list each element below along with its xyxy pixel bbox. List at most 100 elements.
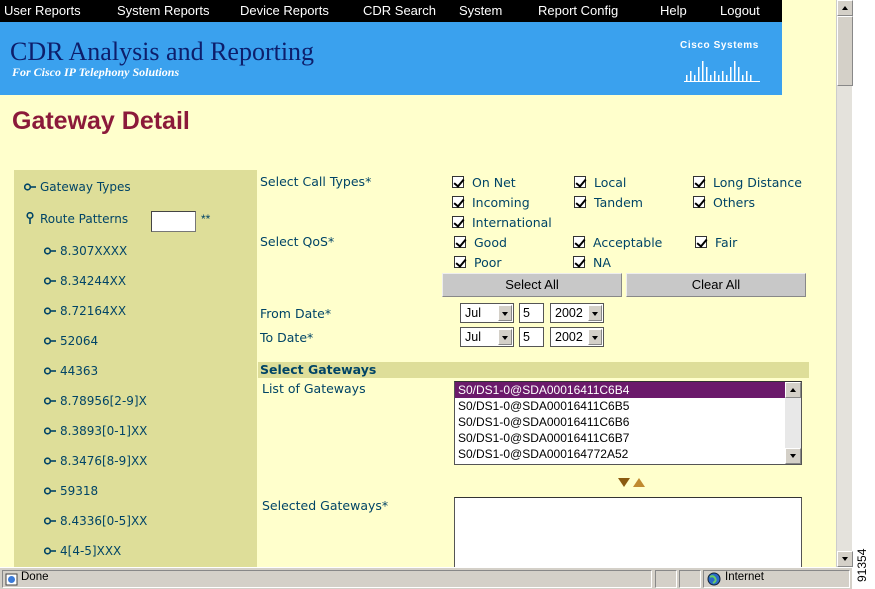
status-zone-text: Internet — [725, 571, 764, 583]
status-segment — [679, 570, 701, 588]
checkbox-na[interactable]: NA — [573, 255, 611, 270]
nav-pattern-item[interactable]: 8.3476[8-9]XX — [44, 454, 147, 468]
checkbox-checked-icon — [573, 236, 585, 248]
key-icon — [44, 427, 56, 435]
selected-gateways-label: Selected Gateways* — [262, 498, 389, 513]
nav-pattern-label: 59318 — [60, 484, 99, 498]
nav-pattern-item[interactable]: 52064 — [44, 334, 98, 348]
scroll-up-icon[interactable] — [785, 382, 801, 398]
nav-pattern-label: 8.3476[8-9]XX — [60, 454, 148, 468]
nav-pattern-item[interactable]: 44363 — [44, 364, 98, 378]
nav-route-patterns[interactable]: Route Patterns — [24, 212, 128, 226]
nav-pattern-item[interactable]: 4[4-5]XXX — [44, 544, 121, 558]
checkbox-good[interactable]: Good — [454, 235, 507, 250]
from-year-value: 2002 — [555, 306, 583, 320]
cisco-logo-wordmark: Cisco Systems — [680, 40, 759, 51]
route-patterns-input[interactable] — [151, 211, 196, 232]
menu-report-config[interactable]: Report Config — [538, 3, 618, 18]
checkbox-international[interactable]: International — [452, 215, 552, 230]
nav-pattern-item[interactable]: 8.307XXXX — [44, 244, 127, 258]
cisco-bridge-icon — [684, 61, 760, 82]
key-icon — [44, 367, 56, 375]
menu-device-reports[interactable]: Device Reports — [240, 3, 329, 18]
checkbox-poor[interactable]: Poor — [454, 255, 502, 270]
nav-pattern-item[interactable]: 8.3893[0-1]XX — [44, 424, 147, 438]
gateway-option[interactable]: S0/DS1-0@SDA000164772A52 — [455, 446, 786, 462]
scroll-down-icon[interactable] — [837, 551, 853, 567]
checkbox-long-distance[interactable]: Long Distance — [693, 175, 802, 190]
checkbox-checked-icon — [574, 176, 586, 188]
key-icon — [44, 307, 56, 315]
menu-cdr-search[interactable]: CDR Search — [363, 3, 436, 18]
menu-user-reports[interactable]: User Reports — [4, 3, 81, 18]
gateway-option[interactable]: S0/DS1-0@SDA00016411C6B5 — [455, 398, 786, 414]
app-banner: CDR Analysis and Reporting For Cisco IP … — [0, 22, 782, 95]
nav-pattern-label: 8.3893[0-1]XX — [60, 424, 148, 438]
nav-gateway-types-label: Gateway Types — [40, 180, 131, 194]
status-segment — [655, 570, 677, 588]
left-nav-panel: Gateway Types Route Patterns ** 8.307XXX… — [14, 170, 257, 567]
checkbox-checked-icon — [693, 176, 705, 188]
nav-pattern-label: 4[4-5]XXX — [60, 544, 122, 558]
move-up-icon[interactable] — [633, 478, 645, 487]
to-day-input[interactable]: 5 — [519, 327, 544, 347]
scroll-up-icon[interactable] — [837, 0, 853, 16]
scrollbar-thumb[interactable] — [837, 16, 853, 86]
gateway-option[interactable]: S0/DS1-0@SDA00016411C6B6 — [455, 414, 786, 430]
checkbox-checked-icon — [452, 216, 464, 228]
gateways-listbox[interactable]: S0/DS1-0@SDA00016411C6B4 S0/DS1-0@SDA000… — [454, 381, 802, 465]
checkbox-checked-icon — [573, 256, 585, 268]
checkbox-label: Fair — [715, 235, 738, 250]
checkbox-checked-icon — [452, 176, 464, 188]
menu-system-reports[interactable]: System Reports — [117, 3, 209, 18]
top-menu-bar: User Reports System Reports Device Repor… — [0, 0, 782, 22]
key-icon — [44, 247, 56, 255]
move-down-icon[interactable] — [618, 478, 630, 487]
checkbox-tandem[interactable]: Tandem — [574, 195, 643, 210]
checkbox-others[interactable]: Others — [693, 195, 755, 210]
gateway-option[interactable]: S0/DS1-0@SDA00016411C6B4 — [455, 382, 786, 398]
from-day-input[interactable]: 5 — [519, 303, 544, 323]
checkbox-acceptable[interactable]: Acceptable — [573, 235, 662, 250]
key-icon — [44, 517, 56, 525]
nav-pattern-item[interactable]: 8.72164XX — [44, 304, 126, 318]
to-year-select[interactable]: 2002 — [550, 327, 604, 347]
page-scrollbar[interactable] — [836, 0, 853, 567]
checkbox-local[interactable]: Local — [574, 175, 626, 190]
figure-number: 91354 — [853, 540, 875, 589]
nav-pattern-item[interactable]: 8.34244XX — [44, 274, 126, 288]
to-month-select[interactable]: Jul — [460, 327, 514, 347]
menu-logout[interactable]: Logout — [720, 3, 760, 18]
menu-system[interactable]: System — [459, 3, 502, 18]
checkbox-label: Poor — [474, 255, 502, 270]
checkbox-on-net[interactable]: On Net — [452, 175, 516, 190]
select-all-button[interactable]: Select All — [442, 273, 622, 297]
checkbox-incoming[interactable]: Incoming — [452, 195, 530, 210]
gateway-option[interactable]: S0/DS1-0@SDA00016411C6B7 — [455, 430, 786, 446]
app-subtitle: For Cisco IP Telephony Solutions — [12, 65, 180, 79]
nav-pattern-item[interactable]: 8.4336[0-5]XX — [44, 514, 147, 528]
nav-gateway-types[interactable]: Gateway Types — [24, 180, 131, 194]
checkbox-label: Incoming — [472, 195, 530, 210]
from-month-select[interactable]: Jul — [460, 303, 514, 323]
checkbox-checked-icon — [452, 196, 464, 208]
status-text: Done — [21, 571, 49, 583]
to-year-value: 2002 — [555, 330, 583, 344]
nav-pattern-item[interactable]: 8.78956[2-9]X — [44, 394, 147, 408]
call-types-label: Select Call Types* — [260, 174, 372, 189]
gateways-scrollbar[interactable] — [785, 382, 801, 464]
logo-text: Cisco Systems — [680, 40, 759, 51]
clear-all-button[interactable]: Clear All — [626, 273, 806, 297]
key-icon — [44, 547, 56, 555]
scroll-down-icon[interactable] — [785, 448, 801, 464]
checkbox-label: International — [472, 215, 552, 230]
from-year-select[interactable]: 2002 — [550, 303, 604, 323]
checkbox-fair[interactable]: Fair — [695, 235, 737, 250]
key-icon — [44, 337, 56, 345]
menu-help[interactable]: Help — [660, 3, 687, 18]
selected-gateways-listbox[interactable] — [454, 497, 802, 567]
nav-pattern-item[interactable]: 59318 — [44, 484, 98, 498]
checkbox-label: Tandem — [594, 195, 643, 210]
chevron-down-icon — [588, 305, 602, 321]
key-icon — [44, 487, 56, 495]
